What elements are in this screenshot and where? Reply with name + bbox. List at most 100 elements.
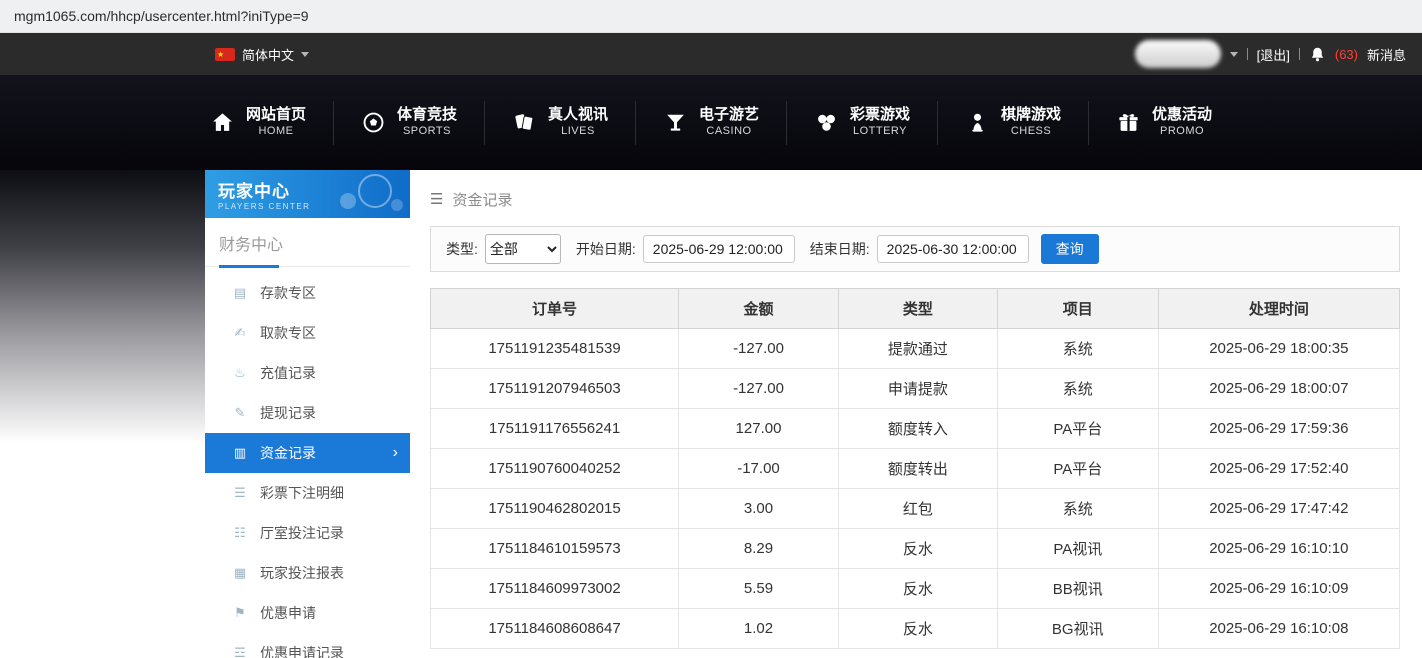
decorative-circle (391, 199, 403, 211)
sidebar-section-title: 财务中心 (205, 218, 410, 267)
home-icon (210, 110, 235, 135)
hamburger-menu-icon[interactable]: ☰ (430, 190, 443, 208)
sidebar-item-funds-records[interactable]: ▥资金记录› (205, 433, 410, 473)
messages-count[interactable]: (63) (1335, 47, 1358, 62)
decorative-circle (340, 193, 356, 209)
nav-item-lives[interactable]: 真人视讯LIVES (484, 101, 635, 145)
sidebar-item-label: 彩票下注明细 (260, 483, 344, 503)
nav-label-zh: 棋牌游戏 (1001, 106, 1061, 125)
casino-icon (663, 110, 688, 135)
sidebar-item-promo-apply-records[interactable]: ☲优惠申请记录› (205, 633, 410, 658)
end-date-label: 结束日期: (810, 239, 870, 259)
sidebar-item-deposit-zone[interactable]: ▤存款专区› (205, 273, 410, 313)
sidebar-item-label: 厅室投注记录 (260, 523, 344, 543)
column-header: 订单号 (431, 289, 679, 329)
table-cell: 2025-06-29 17:59:36 (1158, 409, 1399, 449)
sports-icon (361, 110, 386, 135)
sidebar-item-player-bet-report[interactable]: ▦玩家投注报表› (205, 553, 410, 593)
table-cell: 额度转出 (838, 449, 997, 489)
language-label: 简体中文 (242, 45, 294, 64)
sidebar-item-label: 玩家投注报表 (260, 563, 344, 583)
nav-item-home[interactable]: 网站首页HOME (183, 101, 333, 145)
table-cell: 2025-06-29 16:10:08 (1158, 609, 1399, 649)
sidebar-menu: ▤存款专区›✍取款专区›♨充值记录›✎提现记录›▥资金记录›☰彩票下注明细›☷厅… (205, 267, 410, 658)
nav-item-promo[interactable]: 优惠活动PROMO (1088, 101, 1239, 145)
table-row: 1751191207946503-127.00申请提款系统2025-06-29 … (431, 369, 1400, 409)
sidebar-item-label: 优惠申请记录 (260, 643, 344, 658)
nav-item-sports[interactable]: 体育竞技SPORTS (333, 101, 484, 145)
top-right-group: [退出] (63) 新消息 (1135, 40, 1406, 68)
promo-apply-icon: ⚑ (232, 605, 248, 621)
sidebar-item-label: 存款专区 (260, 283, 316, 303)
sidebar-item-recharge-records[interactable]: ♨充值记录› (205, 353, 410, 393)
promo-icon (1116, 110, 1141, 135)
bet-report-icon: ▦ (232, 565, 248, 581)
column-header: 金额 (679, 289, 839, 329)
left-gradient-decoration (0, 170, 205, 480)
nav-item-chess[interactable]: 棋牌游戏CHESS (937, 101, 1088, 145)
table-cell: 反水 (838, 609, 997, 649)
funds-icon: ▥ (232, 445, 248, 461)
recharge-icon: ♨ (232, 365, 248, 381)
sidebar-item-label: 取款专区 (260, 323, 316, 343)
table-row: 1751190760040252-17.00额度转出PA平台2025-06-29… (431, 449, 1400, 489)
username-redacted[interactable] (1135, 40, 1221, 68)
page-url[interactable]: mgm1065.com/hhcp/usercenter.html?iniType… (14, 8, 309, 24)
nav-item-lottery[interactable]: 彩票游戏LOTTERY (786, 101, 937, 145)
nav-label-zh: 真人视讯 (548, 106, 608, 125)
sidebar-item-label: 提现记录 (260, 403, 316, 423)
table-cell: 2025-06-29 18:00:07 (1158, 369, 1399, 409)
table-cell: 1751184608608647 (431, 609, 679, 649)
deposit-icon: ▤ (232, 285, 248, 301)
sidebar-item-hall-bet-records[interactable]: ☷厅室投注记录› (205, 513, 410, 553)
nav-label-en: SPORTS (403, 125, 451, 139)
table-cell: BG视讯 (997, 609, 1158, 649)
table-cell: 3.00 (679, 489, 839, 529)
table-cell: 系统 (997, 489, 1158, 529)
messages-label[interactable]: 新消息 (1367, 45, 1406, 64)
content-area: ☰ 资金记录 类型: 全部 开始日期: 结束日期: 查询 订单号金额类型项目处理… (410, 170, 1422, 658)
promo-apply-record-icon: ☲ (232, 645, 248, 658)
table-cell: PA平台 (997, 449, 1158, 489)
column-header: 处理时间 (1158, 289, 1399, 329)
table-cell: -17.00 (679, 449, 839, 489)
column-header: 项目 (997, 289, 1158, 329)
chess-icon (965, 110, 990, 135)
address-bar[interactable]: mgm1065.com/hhcp/usercenter.html?iniType… (0, 0, 1422, 33)
sidebar-item-label: 优惠申请 (260, 603, 316, 623)
language-selector[interactable]: 简体中文 (215, 45, 309, 64)
nav-label-zh: 体育竞技 (397, 106, 457, 125)
start-date-input[interactable] (643, 235, 795, 263)
sidebar-item-promo-apply[interactable]: ⚑优惠申请› (205, 593, 410, 633)
table-cell: 1751184609973002 (431, 569, 679, 609)
sidebar-item-withdrawal-records[interactable]: ✎提现记录› (205, 393, 410, 433)
nav-label-zh: 优惠活动 (1152, 106, 1212, 125)
hall-bet-icon: ☷ (232, 525, 248, 541)
table-cell: 1751190462802015 (431, 489, 679, 529)
end-date-input[interactable] (877, 235, 1029, 263)
table-cell: 红包 (838, 489, 997, 529)
table-cell: 额度转入 (838, 409, 997, 449)
search-button[interactable]: 查询 (1041, 234, 1099, 264)
table-cell: BB视讯 (997, 569, 1158, 609)
table-cell: 系统 (997, 369, 1158, 409)
table-cell: 1751190760040252 (431, 449, 679, 489)
decorative-circle (358, 174, 392, 208)
nav-item-text: 彩票游戏LOTTERY (850, 106, 910, 139)
user-menu-chevron-icon[interactable] (1230, 52, 1238, 57)
withdraw-icon: ✍ (232, 325, 248, 341)
table-row: 17511846101595738.29反水PA视讯2025-06-29 16:… (431, 529, 1400, 569)
logout-link[interactable]: [退出] (1257, 45, 1290, 64)
nav-item-casino[interactable]: 电子游艺CASINO (635, 101, 786, 145)
sidebar-item-withdraw-zone[interactable]: ✍取款专区› (205, 313, 410, 353)
sidebar-item-label: 充值记录 (260, 363, 316, 383)
type-select[interactable]: 全部 (485, 234, 561, 264)
table-cell: 1751184610159573 (431, 529, 679, 569)
table-cell: 提款通过 (838, 329, 997, 369)
nav-item-text: 真人视讯LIVES (548, 106, 608, 139)
breadcrumb: ☰ 资金记录 (430, 186, 1400, 212)
bell-icon[interactable] (1309, 46, 1326, 63)
top-bar: 简体中文 [退出] (63) 新消息 (0, 33, 1422, 75)
table-row: 1751191235481539-127.00提款通过系统2025-06-29 … (431, 329, 1400, 369)
sidebar-item-lottery-bet-details[interactable]: ☰彩票下注明细› (205, 473, 410, 513)
